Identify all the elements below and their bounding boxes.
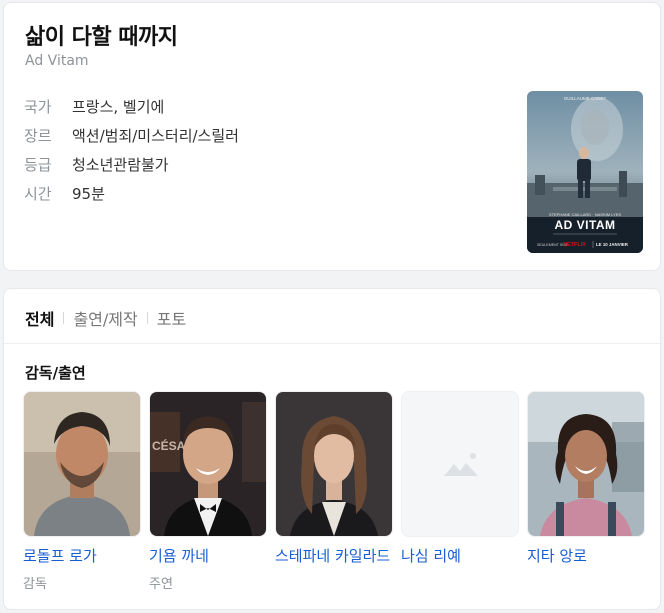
svg-text:CÉSA: CÉSA xyxy=(152,438,186,453)
person-photo[interactable] xyxy=(275,391,393,537)
person-name[interactable]: 기욤 까네 xyxy=(149,545,267,566)
tab-all[interactable]: 전체 xyxy=(25,306,54,330)
person-photo-placeholder[interactable] xyxy=(401,391,519,537)
info-key: 등급 xyxy=(24,156,52,174)
person-role: 감독 xyxy=(23,577,47,592)
divider xyxy=(4,343,660,344)
image-placeholder-icon xyxy=(402,392,518,536)
info-row-country: 국가 프랑스, 벨기에 xyxy=(24,92,239,121)
poster-date: LE 10 JANVIER xyxy=(596,242,629,247)
tab-cast-crew[interactable]: 출연/제작 xyxy=(73,306,137,330)
person-name[interactable]: 지타 앙로 xyxy=(527,545,645,566)
person-name[interactable]: 스테파네 카일라드 xyxy=(275,545,393,566)
info-key: 장르 xyxy=(24,127,52,145)
movie-title: 삶이 다할 때까지 xyxy=(25,25,178,50)
info-row-runtime: 시간 95분 xyxy=(24,179,239,208)
movie-original-title: Ad Vitam xyxy=(25,53,89,69)
person-role xyxy=(275,573,393,589)
info-row-rating: 등급 청소년관람불가 xyxy=(24,150,239,179)
info-key: 시간 xyxy=(24,185,52,203)
cast-item[interactable]: 로돌프 로가 감독 xyxy=(23,391,141,592)
person-photo[interactable] xyxy=(23,391,141,537)
tab-bar: 전체 출연/제작 포토 xyxy=(25,306,186,330)
cast-item[interactable]: 지타 앙로 xyxy=(527,391,645,589)
tab-separator xyxy=(63,312,65,324)
info-value: 95분 xyxy=(72,185,105,203)
person-role: 주연 xyxy=(149,577,173,592)
person-photo[interactable]: CÉSA xyxy=(149,391,267,537)
cast-section-label: 감독/출연 xyxy=(25,364,86,382)
person-photo[interactable] xyxy=(527,391,645,537)
cast-card: 전체 출연/제작 포토 감독/출연 로돌프 로가 감독 CÉSA 기욤 까네 주… xyxy=(3,288,661,610)
info-value: 청소년관람불가 xyxy=(72,156,169,174)
poster-top-text: GUILLAUME CANET xyxy=(564,96,607,101)
info-value: 프랑스, 벨기에 xyxy=(72,98,165,116)
person-name[interactable]: 로돌프 로가 xyxy=(23,545,141,566)
movie-poster[interactable]: STEPHANE CAILLARD · NASSIM LYES GUILLAUM… xyxy=(527,91,643,253)
person-role xyxy=(527,573,645,589)
person-role xyxy=(401,573,519,589)
info-key: 국가 xyxy=(24,98,52,116)
info-value: 액션/범죄/미스터리/스릴러 xyxy=(72,127,239,145)
svg-text:STEPHANE CAILLARD · NASSIM LYE: STEPHANE CAILLARD · NASSIM LYES xyxy=(549,212,622,217)
cast-item[interactable]: 나심 리예 xyxy=(401,391,519,589)
cast-list: 로돌프 로가 감독 CÉSA 기욤 까네 주연 스테파네 카일라드 나심 리예 … xyxy=(23,391,645,592)
person-name[interactable]: 나심 리예 xyxy=(401,545,519,566)
poster-brand: NETFLIX xyxy=(563,242,586,248)
tab-photo[interactable]: 포토 xyxy=(157,306,186,330)
poster-title-text: AD VITAM xyxy=(554,218,615,232)
cast-item[interactable]: 스테파네 카일라드 xyxy=(275,391,393,589)
tab-separator xyxy=(146,312,148,324)
movie-info-list: 국가 프랑스, 벨기에 장르 액션/범죄/미스터리/스릴러 등급 청소년관람불가… xyxy=(24,92,239,208)
movie-info-card: 삶이 다할 때까지 Ad Vitam 국가 프랑스, 벨기에 장르 액션/범죄/… xyxy=(3,2,661,271)
info-row-genre: 장르 액션/범죄/미스터리/스릴러 xyxy=(24,121,239,150)
cast-item[interactable]: CÉSA 기욤 까네 주연 xyxy=(149,391,267,592)
